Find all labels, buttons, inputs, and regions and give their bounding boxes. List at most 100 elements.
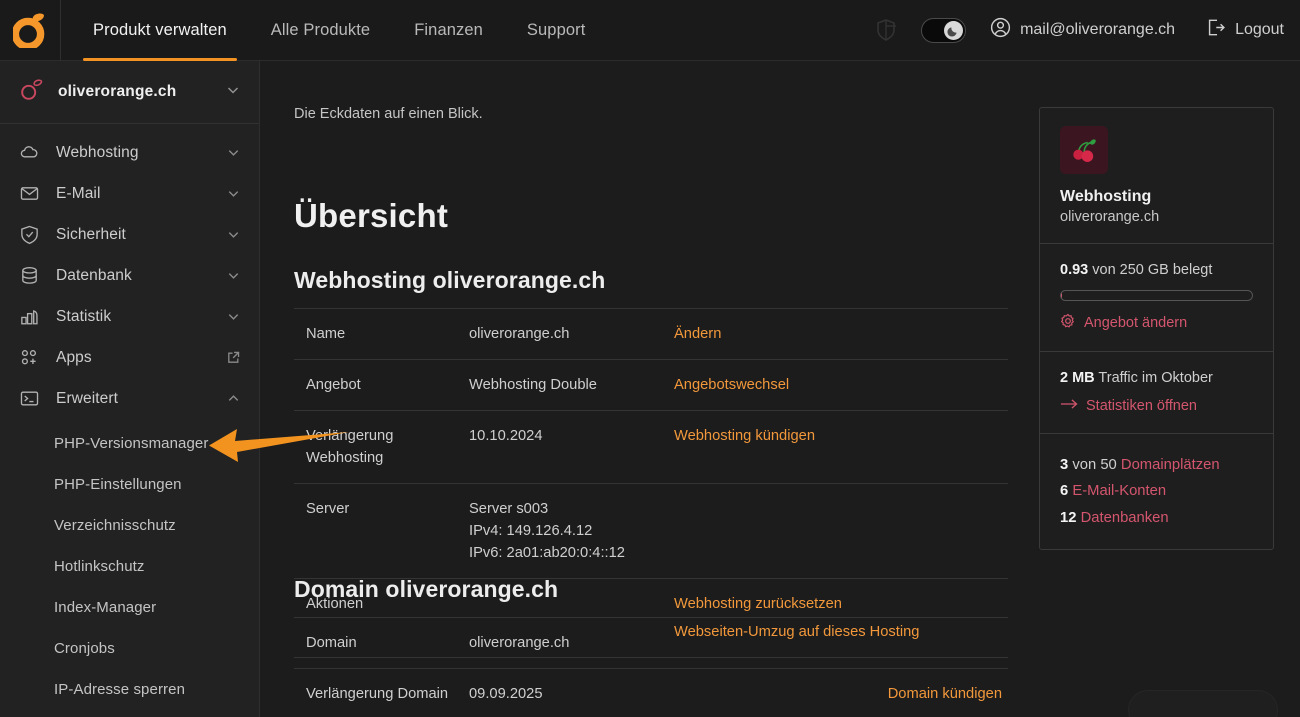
nav-item-support[interactable]: Support [505,0,608,61]
card-product-domain: oliverorange.ch [1060,209,1160,225]
sidebar-subitem-php-versionsmanager[interactable]: PHP-Versionsmanager [0,423,259,464]
bar-chart-icon [18,306,40,327]
card-counts-section: 3 von 50 Domainplätzen 6 E-Mail-Konten 1… [1040,434,1273,549]
domain-table: Domain oliverorange.ch Verlängerung Doma… [294,617,1008,717]
domain-selector[interactable]: oliverorange.ch [0,61,259,124]
dark-mode-toggle[interactable] [921,17,967,43]
webhosting-heading: Webhosting oliverorange.ch [294,267,606,293]
open-statistics-link[interactable]: Statistiken öffnen [1060,397,1253,415]
row-value: 09.09.2025 [469,686,543,703]
domain-section: Domain oliverorange.ch Domain oliveroran… [294,576,1008,717]
database-icon [18,265,40,286]
intro-text: Die Eckdaten auf einen Blick. [294,106,483,122]
card-product-title: Webhosting [1060,188,1152,205]
sidebar-subitem-php-einstellungen[interactable]: PHP-Einstellungen [0,464,259,505]
sidebar-subitem-label: Index-Manager [54,599,157,616]
row-actions: Ändern [662,309,1008,360]
traffic-amount-value: 2 MB [1060,370,1095,386]
row-actions: Webhosting kündigen [662,411,1008,484]
link-email-konten[interactable]: E-Mail-Konten [1072,483,1166,499]
page-title: Übersicht [294,197,449,234]
sidebar-subitem-cronjobs[interactable]: Cronjobs [0,628,259,669]
link-angebotswechsel[interactable]: Angebotswechsel [674,374,1008,396]
sidebar-subitem-index-manager[interactable]: Index-Manager [0,587,259,628]
chevron-down-icon [226,268,241,283]
sidebar-item-label: E-Mail [56,184,101,202]
moon-icon [944,20,964,40]
table-row: Verlängerung Domain 09.09.2025 Domain kü… [294,668,1008,717]
table-row: Server Server s003 IPv4: 149.126.4.12 IP… [294,483,1008,579]
chevron-down-icon [226,227,241,242]
cloud-icon [18,142,40,163]
sidebar-item-statistik[interactable]: Statistik [0,296,259,337]
chevron-up-icon [226,391,241,406]
shield-check-icon [18,224,40,245]
app-root: Produkt verwalten Alle Produkte Finanzen… [0,0,1300,717]
apps-grid-icon [18,347,40,368]
sidebar-menu: Webhosting E-Mail Sicherheit Datenbank S… [0,124,259,710]
logout-button[interactable]: Logout [1205,17,1284,43]
sidebar-item-erweitert[interactable]: Erweitert [0,378,259,419]
sidebar-item-apps[interactable]: Apps [0,337,259,378]
link-webhosting-kuendigen[interactable]: Webhosting kündigen [674,425,1008,447]
arrow-right-icon [1060,397,1078,415]
sidebar-subitem-ip-adresse-sperren[interactable]: IP-Adresse sperren [0,669,259,710]
sidebar-item-datenbank[interactable]: Datenbank [0,255,259,296]
row-value: oliverorange.ch [469,326,570,342]
erweitert-submenu: PHP-Versionsmanager PHP-Einstellungen Ve… [0,419,259,710]
row-actions [662,618,1008,669]
change-offer-link[interactable]: Angebot ändern [1060,313,1253,333]
link-domainplaetzen[interactable]: Domainplätzen [1121,457,1220,473]
row-key: Server [306,501,350,518]
sidebar-subitem-hotlinkschutz[interactable]: Hotlinkschutz [0,546,259,587]
sidebar-subitem-label: IP-Adresse sperren [54,681,186,698]
row-value: Server s003 IPv4: 149.126.4.12 IPv6: 2a0… [469,501,625,562]
card-traffic-section: 2 MB Traffic im Oktober Statistiken öffn… [1040,352,1273,434]
nav-item-alle-produkte[interactable]: Alle Produkte [249,0,392,61]
card-product-section: Webhosting oliverorange.ch [1040,108,1273,244]
sidebar-item-label: Statistik [56,307,112,325]
chevron-down-icon [226,309,241,324]
open-statistics-label: Statistiken öffnen [1086,398,1197,414]
bottom-floating-widget[interactable] [1128,690,1278,717]
count-domainplaetze: 3 von 50 Domainplätzen [1060,452,1253,478]
row-value: 10.10.2024 [469,428,543,445]
quota-progress-fill [1061,291,1062,300]
sidebar-item-label: Datenbank [56,266,132,284]
sidebar-subitem-label: PHP-Versionsmanager [54,435,209,452]
logout-label: Logout [1235,21,1284,38]
sidebar-item-label: Erweitert [56,389,119,407]
card-quota-section: 0.93 von 250 GB belegt Angebot ändern [1040,244,1273,352]
domain-heading: Domain oliverorange.ch [294,576,559,602]
traffic-text: 2 MB Traffic im Oktober [1060,370,1253,386]
sidebar-item-sicherheit[interactable]: Sicherheit [0,214,259,255]
brand-logo[interactable] [0,0,61,61]
nav-label: Support [526,20,586,39]
top-navigation-bar: Produkt verwalten Alle Produkte Finanzen… [0,0,1300,61]
count-mid-label: von 50 [1068,457,1121,473]
row-key: Angebot [306,377,361,394]
chevron-down-icon [225,82,241,103]
link-aendern[interactable]: Ändern [674,323,1008,345]
sidebar-subitem-verzeichnisschutz[interactable]: Verzeichnisschutz [0,505,259,546]
count-email-konten: 6 E-Mail-Konten [1060,478,1253,504]
user-circle-icon [990,17,1011,43]
chevron-down-icon [226,186,241,201]
link-domain-kuendigen[interactable]: Domain kündigen [674,683,1002,705]
quota-used-value: 0.93 [1060,262,1089,278]
top-bar-right-group: mail@oliverorange.ch Logout [873,17,1300,43]
row-key: Name [306,326,346,342]
sidebar-item-label: Apps [56,348,92,366]
row-actions [662,484,1008,579]
nav-item-finanzen[interactable]: Finanzen [392,0,505,61]
link-datenbanken[interactable]: Datenbanken [1081,510,1169,526]
sidebar-item-webhosting[interactable]: Webhosting [0,132,259,173]
quota-progress-bar [1060,290,1253,301]
sidebar-item-e-mail[interactable]: E-Mail [0,173,259,214]
nav-item-produkt-verwalten[interactable]: Produkt verwalten [71,0,249,61]
quota-rest-label: von 250 GB belegt [1088,262,1213,278]
sidebar-item-label: Sicherheit [56,225,126,243]
change-offer-label: Angebot ändern [1084,315,1188,331]
shield-outline-icon[interactable] [873,17,899,43]
account-menu[interactable]: mail@oliverorange.ch [990,17,1175,43]
